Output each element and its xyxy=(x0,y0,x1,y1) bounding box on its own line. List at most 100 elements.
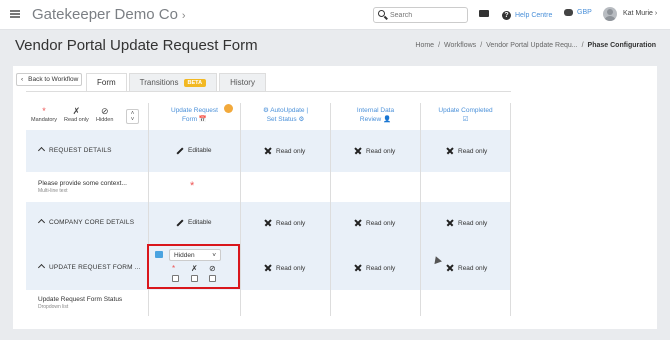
read-only-icon xyxy=(264,264,272,272)
avatar[interactable] xyxy=(603,7,617,21)
column-header-internal-review[interactable]: Internal Data Review 👤 xyxy=(330,103,420,130)
section-row-update-request-form: UPDATE REQUEST FORM ... Read only Read o… xyxy=(26,245,511,290)
breadcrumb-separator: / xyxy=(480,42,483,49)
currency-label: GBP xyxy=(577,9,592,16)
beta-badge: BETA xyxy=(183,78,207,87)
breadcrumb: Home / Workflows / Vendor Portal Update … xyxy=(415,42,656,49)
search-icon xyxy=(378,10,385,17)
hidden-eye-icon: ⊘ xyxy=(209,264,216,273)
company-switcher[interactable]: Gatekeeper Demo Co › xyxy=(32,6,186,23)
column-divider xyxy=(240,103,241,316)
section-toggle[interactable]: COMPANY CORE DETAILS xyxy=(37,218,135,227)
permission-label: Read only xyxy=(366,264,396,272)
coins-icon xyxy=(564,9,573,16)
breadcrumb-separator: / xyxy=(438,42,441,49)
section-label: UPDATE REQUEST FORM ... xyxy=(49,264,141,271)
permission-cell[interactable]: Read only xyxy=(264,147,305,155)
field-row-status: Update Request Form Status Dropdown list xyxy=(26,290,511,316)
column-title: Set Status ⚙ xyxy=(266,115,305,123)
tab-label: Form xyxy=(97,78,116,87)
copy-icon[interactable] xyxy=(155,251,163,258)
column-header-autoupdate[interactable]: ⚙ AutoUpdate | Set Status ⚙ xyxy=(240,103,330,130)
tab-transitions[interactable]: Transitions BETA xyxy=(128,73,218,91)
permission-label: Read only xyxy=(458,147,488,155)
menu-icon[interactable] xyxy=(10,10,20,18)
legend-hidden[interactable]: ⊘ Hidden xyxy=(96,106,113,123)
breadcrumb-current: Phase Configuration xyxy=(587,42,656,49)
permission-label: Read only xyxy=(366,219,396,227)
column-header-update-completed[interactable]: Update Completed ☑ xyxy=(420,103,511,130)
permission-cell[interactable]: Editable xyxy=(176,146,212,155)
phase-badge-icon xyxy=(224,104,233,113)
read-only-icon xyxy=(264,147,272,155)
permission-cell[interactable]: Read only xyxy=(354,147,395,155)
permission-label: Read only xyxy=(458,219,488,227)
chevron-right-icon: › xyxy=(181,10,186,22)
chevron-right-icon: › xyxy=(654,10,658,17)
field-type: Multi-line text xyxy=(38,188,68,194)
help-centre-link[interactable]: ? Help Centre xyxy=(502,8,552,22)
breadcrumb-separator: / xyxy=(581,42,584,49)
permission-label: Editable xyxy=(188,219,212,226)
hidden-checkbox[interactable] xyxy=(209,275,216,282)
read-only-icon xyxy=(354,264,362,272)
tab-form[interactable]: Form xyxy=(86,73,127,91)
section-label: REQUEST DETAILS xyxy=(49,147,112,154)
visibility-select[interactable]: Hidden ˅ xyxy=(169,249,221,261)
permission-cell[interactable]: Read only xyxy=(446,264,487,272)
currency-selector[interactable]: GBP xyxy=(564,9,592,16)
column-divider xyxy=(510,103,511,316)
help-icon: ? xyxy=(502,10,511,20)
read-only-icon: ✗ xyxy=(72,106,81,116)
permission-cell[interactable]: Read only xyxy=(446,219,487,227)
legend-read-only[interactable]: ✗ Read only xyxy=(64,106,89,123)
permission-cell[interactable]: Read only xyxy=(354,219,395,227)
column-title: Review 👤 xyxy=(359,115,392,123)
hidden-eye-icon: ⊘ xyxy=(100,106,109,116)
column-title: Form 📅 xyxy=(181,115,208,123)
permission-cell[interactable]: Editable xyxy=(176,218,212,227)
chevron-down-icon: ˅ xyxy=(130,117,135,123)
mail-icon[interactable] xyxy=(479,10,489,17)
read-only-icon xyxy=(446,219,454,227)
read-only-checkbox[interactable] xyxy=(191,275,198,282)
user-menu[interactable]: Kat Murie › xyxy=(623,10,657,17)
chevron-up-icon xyxy=(37,263,46,272)
read-only-icon: ✗ xyxy=(191,264,198,273)
section-label: COMPANY CORE DETAILS xyxy=(49,219,135,226)
section-toggle[interactable]: REQUEST DETAILS xyxy=(37,146,112,155)
help-label: Help Centre xyxy=(515,11,553,19)
permission-cell[interactable]: Read only xyxy=(264,264,305,272)
permission-cell[interactable]: Read only xyxy=(264,219,305,227)
breadcrumb-workflow[interactable]: Vendor Portal Update Requ... xyxy=(486,42,577,49)
asterisk-icon: * xyxy=(42,106,46,116)
mandatory-checkbox[interactable] xyxy=(172,275,179,282)
read-only-icon xyxy=(354,147,362,155)
search-box[interactable] xyxy=(373,7,468,23)
legend-label: Hidden xyxy=(96,117,114,123)
permission-cell[interactable]: Read only xyxy=(354,264,395,272)
permission-editor-popover: Hidden ˅ * ✗ ⊘ xyxy=(147,244,240,289)
sort-toggle[interactable]: ˄ ˅ xyxy=(126,109,139,124)
asterisk-icon: * xyxy=(172,264,176,273)
back-to-workflow-button[interactable]: ‹ Back to Workflow xyxy=(16,73,82,86)
column-divider xyxy=(330,103,331,316)
tab-bar: Form Transitions BETA History xyxy=(86,73,268,91)
search-input[interactable] xyxy=(390,9,465,21)
page-title: Vendor Portal Update Request Form xyxy=(15,37,258,54)
section-toggle[interactable]: UPDATE REQUEST FORM ... xyxy=(37,263,141,272)
breadcrumb-workflows[interactable]: Workflows xyxy=(444,42,476,49)
read-only-icon xyxy=(264,219,272,227)
column-title: ⚙ AutoUpdate | xyxy=(262,107,309,114)
legend-mandatory[interactable]: * Mandatory xyxy=(31,106,57,123)
permissions-grid: * Mandatory ✗ Read only ⊘ Hidden ˄ ˅ Update … xyxy=(26,91,511,316)
mandatory-asterisk-icon[interactable]: * xyxy=(190,181,194,192)
field-label: Update Request Form Status Dropdown list xyxy=(38,295,122,311)
select-value: Hidden xyxy=(174,251,195,259)
tab-history[interactable]: History xyxy=(219,73,266,91)
permission-label: Read only xyxy=(276,264,306,272)
breadcrumb-home[interactable]: Home xyxy=(415,42,434,49)
field-name: Please provide some context... xyxy=(38,180,127,187)
read-only-icon xyxy=(354,219,362,227)
permission-cell[interactable]: Read only xyxy=(446,147,487,155)
